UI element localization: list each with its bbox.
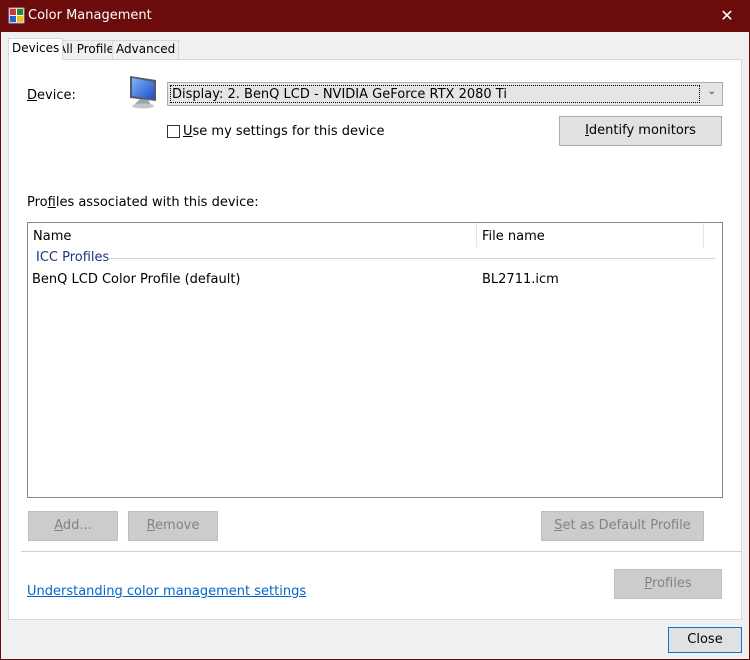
use-my-settings-checkbox[interactable] bbox=[167, 125, 180, 138]
set-default-text: et as Default Profile bbox=[562, 518, 691, 533]
profiles-section-label: Profiles associated with this device: bbox=[27, 195, 259, 210]
add-text: dd... bbox=[62, 518, 92, 533]
profile-row-name[interactable]: BenQ LCD Color Profile (default) bbox=[32, 272, 241, 287]
close-button[interactable]: Close bbox=[668, 627, 742, 653]
profiles-text: rofiles bbox=[652, 576, 692, 591]
device-label: Device: bbox=[27, 88, 76, 103]
remove-text: emove bbox=[155, 518, 200, 533]
use-my-settings-text: se my settings for this device bbox=[192, 124, 385, 139]
tab-advanced[interactable]: Advanced bbox=[112, 40, 180, 59]
monitor-icon bbox=[130, 76, 156, 109]
group-header-icc-profiles[interactable]: ICC Profiles bbox=[36, 250, 109, 265]
remove-accel: R bbox=[146, 518, 156, 533]
window-title: Color Management bbox=[28, 8, 152, 23]
separator bbox=[21, 551, 741, 552]
profile-row-file[interactable]: BL2711.icm bbox=[482, 272, 559, 287]
use-my-settings-label[interactable]: Use my settings for this device bbox=[183, 124, 384, 139]
identify-text: dentify monitors bbox=[588, 123, 696, 138]
profiles-list[interactable]: Name File name ICC Profiles BenQ LCD Col… bbox=[27, 222, 723, 498]
column-header-file-name[interactable]: File name bbox=[482, 229, 545, 244]
device-label-text: evice: bbox=[37, 88, 76, 103]
device-label-accel: D bbox=[27, 88, 38, 103]
add-button[interactable]: Add... bbox=[28, 511, 118, 541]
set-default-accel: S bbox=[554, 518, 563, 533]
profiles-button[interactable]: Profiles bbox=[614, 569, 722, 599]
identify-monitors-button[interactable]: Identify monitors bbox=[559, 116, 722, 146]
column-header-name[interactable]: Name bbox=[33, 229, 71, 244]
title-bar: Color Management ✕ bbox=[0, 0, 750, 32]
window-close-button[interactable]: ✕ bbox=[704, 0, 750, 32]
add-accel: A bbox=[54, 518, 63, 533]
device-select[interactable]: Display: 2. BenQ LCD - NVIDIA GeForce RT… bbox=[167, 82, 723, 106]
column-divider[interactable] bbox=[703, 223, 704, 247]
tab-devices[interactable]: Devices bbox=[8, 38, 64, 60]
color-management-icon bbox=[8, 7, 25, 24]
color-management-help-link[interactable]: Understanding color management settings bbox=[27, 584, 306, 599]
device-select-value: Display: 2. BenQ LCD - NVIDIA GeForce RT… bbox=[170, 85, 700, 103]
profiles-accel: P bbox=[644, 576, 653, 591]
profiles-label-accel: f bbox=[47, 195, 56, 210]
profiles-label-part-a: Pro bbox=[27, 195, 48, 210]
chevron-down-icon: ⌄ bbox=[707, 86, 716, 97]
column-divider[interactable] bbox=[476, 223, 477, 247]
window-frame-left bbox=[0, 32, 1, 660]
group-divider bbox=[108, 258, 715, 259]
remove-button[interactable]: Remove bbox=[128, 511, 218, 541]
profiles-label-part-b: iles associated with this device: bbox=[55, 195, 259, 210]
set-default-profile-button[interactable]: Set as Default Profile bbox=[541, 511, 704, 541]
use-my-settings-accel: U bbox=[183, 124, 193, 139]
